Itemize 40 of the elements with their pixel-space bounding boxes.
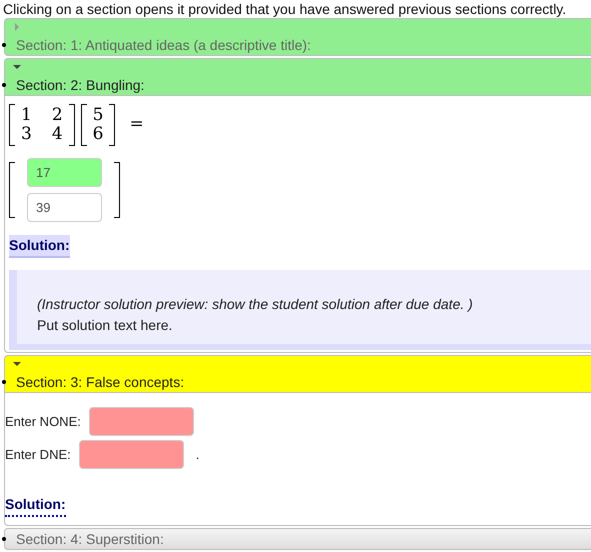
- bullet-icon: [2, 43, 6, 47]
- solution-text: Put solution text here.: [37, 316, 174, 335]
- solution-toggle[interactable]: Solution:: [9, 235, 70, 258]
- triangle-right-icon: [13, 23, 21, 31]
- section-title: Section: 4: Superstition:: [16, 530, 164, 549]
- left-bracket-icon: [9, 104, 15, 146]
- answer-field[interactable]: 17: [27, 158, 102, 187]
- solution-toggle[interactable]: Solution:: [5, 494, 66, 517]
- section-header[interactable]: Section: 2: Bungling:: [4, 58, 591, 96]
- section-header[interactable]: Section: 1: Antiquated ideas (a descriptive title):: [4, 18, 591, 56]
- vector-entry: 6: [92, 125, 104, 144]
- period: .: [196, 446, 200, 464]
- answer-field[interactable]: 39: [27, 193, 102, 222]
- bullet-icon: [2, 537, 6, 541]
- right-bracket-icon: [114, 162, 120, 218]
- instructor-note: (Instructor solution preview: show the student solution after due date. ): [37, 295, 474, 314]
- field-label: Enter DNE:: [5, 446, 71, 464]
- left-bracket-icon: [9, 162, 15, 218]
- section-header[interactable]: Section: 3: False concepts:: [4, 355, 591, 393]
- matrix-entry: 3: [21, 125, 32, 144]
- matrix-entry: 4: [52, 125, 63, 144]
- answer-field[interactable]: [78, 440, 184, 469]
- right-bracket-icon: [109, 104, 116, 146]
- instructions: Clicking on a section opens it provided that you have answered previous sections correctly.: [2, 0, 568, 18]
- left-bracket-icon: [80, 104, 87, 146]
- field-label: Enter NONE:: [5, 412, 81, 431]
- bullet-icon: [2, 83, 6, 87]
- section-title: Section: 2: Bungling:: [16, 76, 144, 95]
- bullet-icon: [2, 380, 6, 384]
- vector-entry: 5: [92, 106, 104, 125]
- right-bracket-icon: [68, 104, 75, 146]
- section-title: Section: 3: False concepts:: [16, 372, 184, 392]
- matrix-entry: 1: [21, 106, 32, 125]
- equals-sign: =: [129, 113, 144, 136]
- matrix-entry: 2: [52, 106, 63, 125]
- triangle-down-icon: [13, 63, 21, 71]
- section-title: Section: 1: Antiquated ideas (a descriptive title):: [16, 36, 311, 55]
- section-header[interactable]: Section: 4: Superstition:: [4, 528, 591, 550]
- triangle-down-icon: [13, 360, 21, 368]
- answer-field[interactable]: [88, 407, 194, 436]
